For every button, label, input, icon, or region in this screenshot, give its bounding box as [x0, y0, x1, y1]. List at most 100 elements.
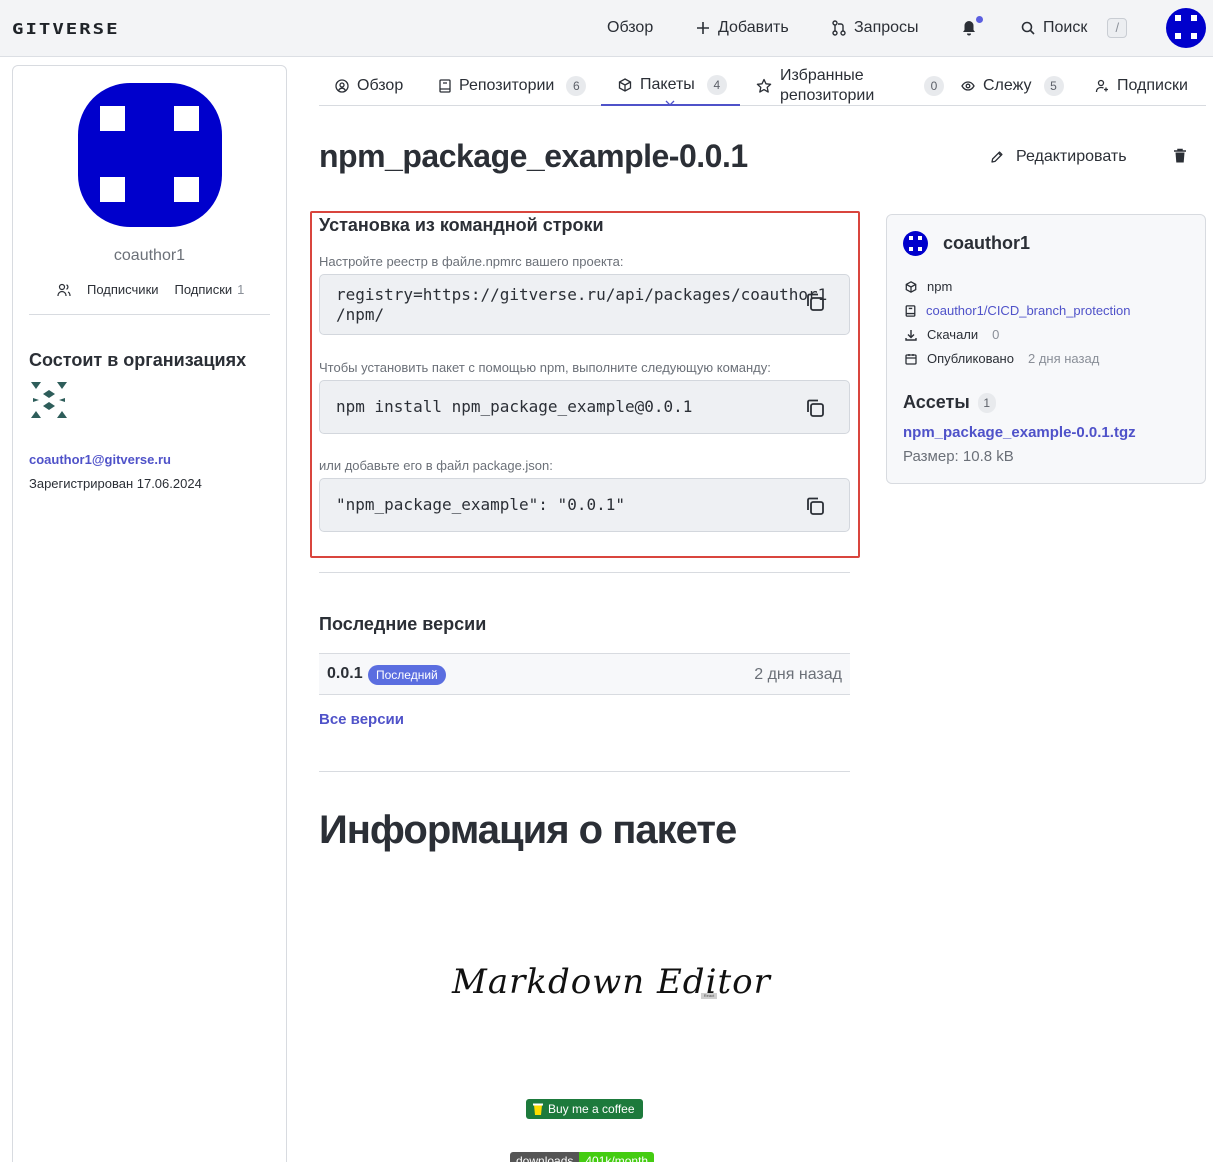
nav-overview-link[interactable]: Обзор	[607, 17, 653, 39]
tab-repositories-count: 6	[566, 76, 587, 96]
following-count: 1	[237, 282, 245, 297]
all-versions-link[interactable]: Все версии	[319, 711, 404, 728]
edit-label: Редактировать	[1016, 148, 1127, 165]
readme-logo-text: Markdown Editor	[452, 962, 771, 1002]
notifications-button[interactable]	[962, 17, 976, 39]
copy-icon[interactable]	[805, 292, 825, 312]
tab-starred-label-line1: Избранные	[780, 67, 864, 84]
tab-repositories[interactable]: Репозитории 6	[439, 66, 587, 106]
tab-watching[interactable]: Слежу 5	[961, 66, 1064, 106]
book-icon	[905, 304, 916, 317]
tab-packages-label: Пакеты	[640, 76, 695, 93]
following-link[interactable]: Подписки	[175, 282, 233, 297]
npm-install-code: npm install npm_package_example@0.0.1	[336, 397, 693, 416]
tab-starred-count: 0	[924, 76, 944, 96]
top-bar: GITVERSE Обзор Добавить Запросы Поиск /	[0, 0, 1213, 57]
buy-me-a-coffee-badge[interactable]: Buy me a coffee	[526, 1099, 643, 1119]
downloads-badge[interactable]: downloads 401k/month	[510, 1152, 655, 1162]
tab-starred-repositories[interactable]: Избранные репозитории 0	[756, 66, 944, 106]
package-icon	[618, 78, 632, 92]
tab-packages-count: 4	[706, 75, 727, 95]
coffee-badge-label: Buy me a coffee	[548, 1102, 635, 1116]
search-label: Поиск	[1043, 19, 1088, 36]
nav-add-button[interactable]: Добавить	[696, 17, 789, 39]
plus-icon	[697, 22, 709, 34]
copy-icon[interactable]	[805, 398, 825, 418]
tab-repositories-label: Репозитории	[459, 77, 555, 94]
search-icon	[1021, 21, 1035, 35]
tab-overview-label: Обзор	[357, 77, 404, 94]
profile-tabs: Обзор Репозитории 6 Пакеты 4 Избранные р…	[319, 66, 1206, 106]
sidebar-divider	[29, 314, 270, 315]
follow-stats: Подписчики Подписки 1	[57, 282, 244, 297]
version-date: 2 дня назад	[754, 666, 842, 683]
tab-following[interactable]: Подписки	[1095, 66, 1188, 106]
tab-following-label: Подписки	[1117, 77, 1188, 94]
published-label: Опубликовано	[927, 351, 1014, 366]
user-plus-icon	[1095, 79, 1108, 93]
registered-date: Зарегистрирован 17.06.2024	[29, 476, 202, 491]
version-row[interactable]: 0.0.1 Последний 2 дня назад	[319, 653, 850, 695]
readme-logo-tag: React	[701, 993, 717, 999]
organization-avatar[interactable]	[29, 380, 69, 420]
search-button[interactable]: Поиск /	[1021, 17, 1128, 39]
tab-watching-label: Слежу	[983, 77, 1032, 94]
orgs-title: Состоит в организациях	[29, 350, 247, 370]
pencil-icon	[991, 151, 1003, 163]
book-icon	[439, 79, 451, 93]
section-divider	[319, 572, 850, 573]
gitverse-logo[interactable]: GITVERSE	[12, 20, 120, 38]
asset-download-link[interactable]: npm_package_example-0.0.1.tgz	[903, 424, 1136, 441]
delete-trash-icon[interactable]	[1173, 148, 1187, 164]
active-tab-chevron-icon	[665, 100, 675, 106]
package-info-title: Информация о пакете	[319, 808, 737, 852]
published-row: Опубликовано 2 дня назад	[905, 351, 1099, 366]
package-type: npm	[927, 279, 953, 294]
npmrc-code-line2: /npm/	[336, 305, 385, 324]
version-number: 0.0.1	[327, 665, 363, 682]
download-icon	[905, 329, 917, 341]
copy-icon[interactable]	[805, 496, 825, 516]
user-circle-icon	[335, 79, 349, 93]
package-title: npm_package_example-0.0.1	[319, 138, 748, 174]
npmrc-code-block: registry=https://gitverse.ru/api/package…	[319, 274, 850, 335]
tab-overview[interactable]: Обзор	[335, 66, 403, 106]
nav-overview-label: Обзор	[607, 19, 654, 36]
downloads-badge-value: 401k/month	[579, 1152, 655, 1162]
assets-count: 1	[977, 392, 996, 413]
downloads-value: 0	[992, 327, 1000, 342]
owner-name-link[interactable]: coauthor1	[943, 233, 1030, 254]
install-section-title: Установка из командной строки	[319, 215, 604, 235]
nav-requests-label: Запросы	[854, 19, 919, 36]
profile-email-link[interactable]: coauthor1@gitverse.ru	[29, 452, 171, 467]
latest-badge: Последний	[368, 665, 446, 685]
package-details-card: coauthor1 npm coauthor1/CICD_branch_prot…	[886, 214, 1206, 484]
eye-icon	[961, 81, 975, 91]
npmrc-code-line1: registry=https://gitverse.ru/api/package…	[336, 285, 828, 304]
edit-button[interactable]: Редактировать	[990, 148, 1127, 166]
assets-title: Ассеты 1	[903, 392, 996, 413]
owner-avatar[interactable]	[903, 231, 928, 256]
recent-versions-title: Последние версии	[319, 614, 487, 634]
users-icon	[57, 283, 71, 296]
downloads-label: Скачали	[927, 327, 979, 342]
profile-sidebar: coauthor1 Подписчики Подписки 1 Состоит …	[12, 65, 287, 1162]
calendar-icon	[905, 353, 917, 365]
package-json-hint: или добавьте его в файл package.json:	[319, 458, 553, 473]
assets-title-label: Ассеты	[903, 392, 970, 412]
repository-link[interactable]: coauthor1/CICD_branch_protection	[926, 303, 1131, 318]
nav-add-label: Добавить	[718, 19, 789, 36]
section-divider	[319, 771, 850, 772]
pull-request-icon	[832, 20, 846, 36]
published-value: 2 дня назад	[1027, 351, 1100, 366]
search-shortcut: /	[1107, 18, 1128, 38]
tab-watching-count: 5	[1043, 76, 1064, 96]
tab-starred-label: Избранные репозитории	[780, 66, 900, 106]
profile-username: coauthor1	[113, 247, 186, 264]
nav-requests-link[interactable]: Запросы	[832, 17, 919, 39]
followers-link[interactable]: Подписчики	[87, 282, 159, 297]
profile-avatar	[78, 83, 222, 227]
tab-starred-label-line2: репозитории	[780, 87, 875, 104]
notification-dot	[976, 16, 983, 23]
user-avatar[interactable]	[1166, 8, 1206, 48]
